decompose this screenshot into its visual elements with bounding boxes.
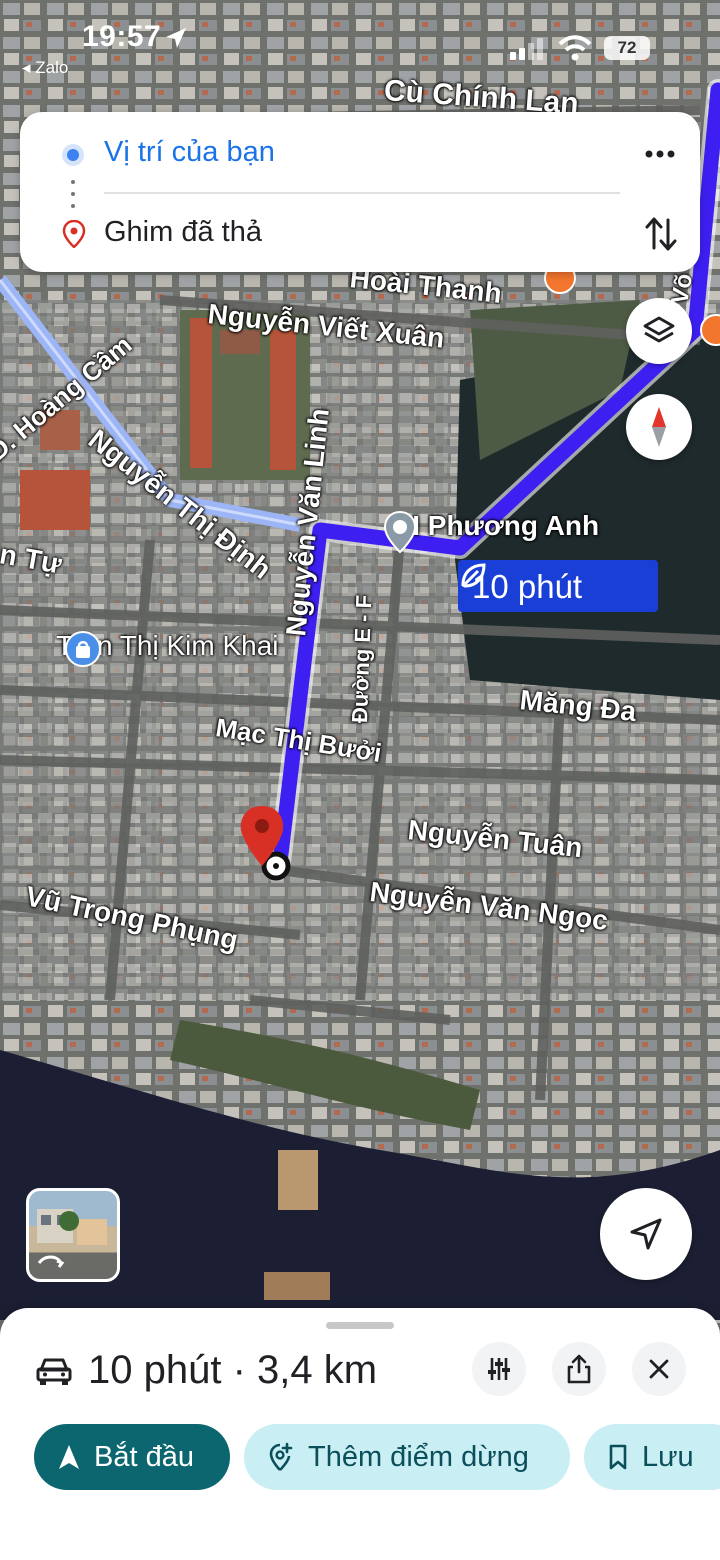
start-navigation-button[interactable]: Bắt đầu xyxy=(34,1424,230,1490)
save-route-button[interactable]: Lưu xyxy=(584,1424,720,1490)
poi-label: DI Phương Anh xyxy=(392,510,600,541)
destination-field[interactable]: Ghim đã thả xyxy=(104,216,262,249)
tune-sliders-icon xyxy=(488,1358,510,1380)
map-layers-button[interactable] xyxy=(626,298,692,364)
location-arrow-icon xyxy=(166,28,186,48)
street-view-image xyxy=(37,1209,107,1268)
status-bar: 19:57 ◂ Zalo 72 xyxy=(0,0,720,90)
my-location-button[interactable] xyxy=(600,1188,692,1280)
divider xyxy=(104,192,620,194)
add-location-icon xyxy=(269,1442,293,1471)
back-app-label: Zalo xyxy=(35,58,69,77)
more-dots-icon xyxy=(645,150,675,158)
close-icon xyxy=(649,1359,669,1379)
car-icon xyxy=(36,1358,72,1385)
route-connector-icon xyxy=(71,180,75,210)
origin-dot-icon xyxy=(62,144,84,166)
navigation-icon xyxy=(59,1445,79,1469)
route-options-button[interactable] xyxy=(472,1342,526,1396)
sheet-drag-handle[interactable] xyxy=(326,1322,394,1329)
cellular-signal-icon xyxy=(510,38,543,60)
compass-icon xyxy=(652,407,666,447)
wifi-icon xyxy=(558,35,592,61)
eta-map-label[interactable]: 10 phút xyxy=(458,560,658,612)
swap-route-button[interactable] xyxy=(644,214,678,254)
close-button[interactable] xyxy=(632,1342,686,1396)
add-stop-label: Thêm điểm dừng xyxy=(308,1440,529,1473)
battery-indicator: 72 xyxy=(604,36,650,60)
share-button[interactable] xyxy=(552,1342,606,1396)
poi-phuong-anh[interactable]: DI Phương Anh xyxy=(382,510,600,554)
street-view-thumbnail[interactable] xyxy=(26,1188,120,1282)
eco-leaf-icon xyxy=(461,563,486,588)
route-card: Vị trí của bạn Ghim đã thả xyxy=(20,112,700,272)
poi-kim-khai[interactable]: Trần Thị Kim Khai xyxy=(56,630,279,667)
save-label: Lưu xyxy=(642,1440,694,1473)
add-stop-button[interactable]: Thêm điểm dừng xyxy=(244,1424,570,1490)
shopping-bag-icon xyxy=(65,631,101,667)
status-time: 19:57 xyxy=(82,20,162,53)
more-options-button[interactable] xyxy=(640,136,680,172)
start-label: Bắt đầu xyxy=(94,1440,194,1473)
navigation-arrow-icon xyxy=(630,1218,662,1250)
origin-field[interactable]: Vị trí của bạn xyxy=(104,136,275,169)
directions-sheet: 10 phút · 3,4 km Bắt đầu Thêm điểm dừng … xyxy=(0,1308,720,1560)
destination-pin-icon xyxy=(62,220,86,248)
compass-button[interactable] xyxy=(626,394,692,460)
share-icon xyxy=(567,1354,591,1384)
layers-icon xyxy=(643,316,675,343)
street-label: Đường E - F xyxy=(347,594,377,724)
place-marker-icon xyxy=(383,510,417,554)
back-to-app[interactable]: ◂ Zalo xyxy=(22,58,68,78)
eta-text: 10 phút xyxy=(472,568,583,605)
route-summary: 10 phút · 3,4 km xyxy=(88,1348,378,1392)
bookmark-icon xyxy=(609,1444,627,1470)
